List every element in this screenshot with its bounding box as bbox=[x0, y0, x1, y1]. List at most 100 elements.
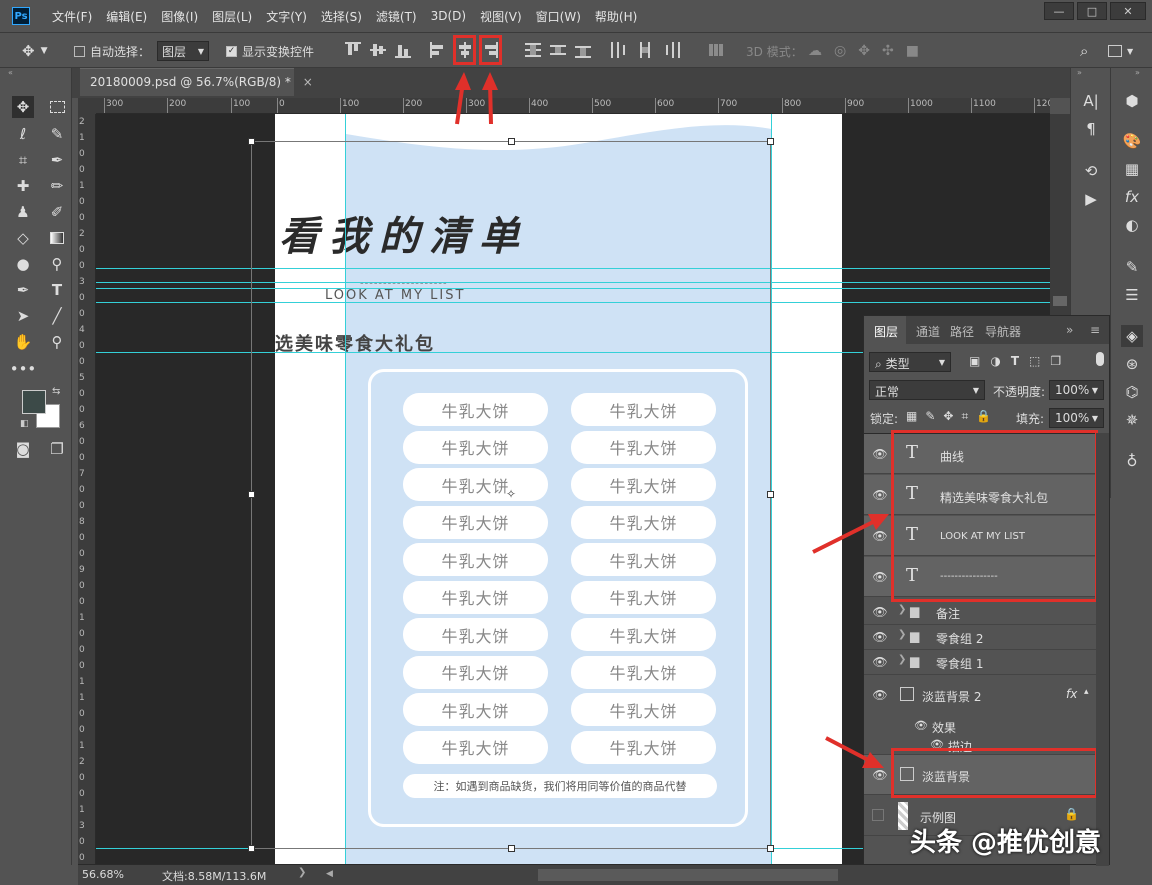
hand-tool-icon[interactable]: ✋ bbox=[12, 331, 34, 353]
filter-type-icon[interactable]: T bbox=[1011, 354, 1029, 368]
search-icon[interactable]: ⌕ bbox=[1080, 42, 1088, 60]
align-top-icon[interactable] bbox=[345, 42, 361, 58]
eyedropper-tool-icon[interactable]: ✒ bbox=[46, 149, 68, 171]
3d-pan-icon[interactable]: ✥ bbox=[858, 43, 882, 59]
layers-panel-icon[interactable]: ◈ bbox=[1121, 325, 1143, 347]
3d-orbit-icon[interactable]: ☁ bbox=[808, 43, 834, 59]
eye-icon[interactable]: 👁 bbox=[872, 570, 888, 584]
menu-filter[interactable]: 滤镜(T) bbox=[376, 8, 417, 25]
filter-adjustment-icon[interactable]: ◑ bbox=[990, 354, 1010, 368]
lock-pixels-icon[interactable]: ✎ bbox=[925, 409, 943, 423]
restore-button[interactable]: □ bbox=[1077, 2, 1107, 20]
fx-icon[interactable]: fx bbox=[1066, 687, 1077, 701]
marquee-tool-icon[interactable] bbox=[46, 96, 68, 118]
menu-help[interactable]: 帮助(H) bbox=[595, 8, 637, 25]
fill-input[interactable]: 100% ▼ bbox=[1049, 408, 1104, 428]
guide-vertical[interactable] bbox=[771, 114, 772, 864]
collapse-panel-icon[interactable]: « bbox=[8, 68, 13, 77]
paths-panel-icon[interactable]: ⌬ bbox=[1121, 381, 1143, 403]
default-colors-icon[interactable]: ◧ bbox=[20, 419, 29, 429]
align-vcenter-icon[interactable] bbox=[370, 42, 386, 58]
more-tools-icon[interactable]: ••• bbox=[10, 358, 37, 380]
3d-camera-icon[interactable]: ■ bbox=[906, 43, 931, 59]
panel-menu-icon[interactable]: ≡ bbox=[1090, 323, 1100, 337]
layer-list-scrollbar[interactable] bbox=[1096, 433, 1109, 866]
navigator-panel-icon[interactable]: ✵ bbox=[1121, 409, 1143, 431]
tab-layers[interactable]: 图层 bbox=[874, 323, 898, 340]
dodge-tool-icon[interactable]: ⚲ bbox=[46, 253, 68, 275]
panel-overflow-icon[interactable]: » bbox=[1066, 323, 1073, 337]
collapse-panel-icon[interactable]: » bbox=[1135, 68, 1140, 77]
zoom-level[interactable]: 56.68% bbox=[82, 868, 124, 881]
menu-window[interactable]: 窗口(W) bbox=[536, 8, 581, 25]
guide-horizontal[interactable] bbox=[96, 268, 1050, 269]
eye-icon[interactable]: 👁 bbox=[914, 719, 928, 732]
workspace-switcher[interactable]: ▼ bbox=[1108, 42, 1133, 60]
menu-select[interactable]: 选择(S) bbox=[321, 8, 362, 25]
transform-handle[interactable] bbox=[767, 491, 774, 498]
styles-panel-icon[interactable]: fx bbox=[1121, 186, 1143, 208]
lasso-tool-icon[interactable]: ℓ bbox=[12, 123, 34, 145]
swap-colors-icon[interactable]: ⇆ bbox=[52, 386, 60, 397]
pen-tool-icon[interactable]: ✒ bbox=[12, 279, 34, 301]
guide-vertical[interactable] bbox=[345, 114, 346, 864]
brush-tool-icon[interactable]: ✏ bbox=[46, 175, 68, 197]
quick-select-tool-icon[interactable]: ✎ bbox=[46, 123, 68, 145]
filter-shape-icon[interactable]: ⬚ bbox=[1029, 354, 1050, 368]
guide-horizontal[interactable] bbox=[96, 282, 1050, 283]
quick-mask-icon[interactable]: ◙ bbox=[12, 438, 34, 460]
menu-image[interactable]: 图像(I) bbox=[161, 8, 198, 25]
align-bottom-icon[interactable] bbox=[395, 42, 411, 58]
guide-horizontal[interactable] bbox=[96, 288, 1050, 289]
minimize-button[interactable]: — bbox=[1044, 2, 1074, 20]
filter-toggle-icon[interactable] bbox=[1096, 352, 1104, 366]
learn-panel-icon[interactable]: ♁ bbox=[1121, 450, 1143, 472]
tab-navigator[interactable]: 导航器 bbox=[985, 323, 1021, 340]
zoom-tool-icon[interactable]: ⚲ bbox=[46, 331, 68, 353]
blur-tool-icon[interactable]: ● bbox=[12, 253, 34, 275]
lock-transparent-icon[interactable]: ▦ bbox=[906, 409, 925, 423]
screen-mode-icon[interactable]: ❐ bbox=[46, 438, 68, 460]
lock-artboard-icon[interactable]: ⌗ bbox=[961, 409, 976, 423]
eye-icon[interactable]: 👁 bbox=[872, 447, 888, 461]
path-select-tool-icon[interactable]: ➤ bbox=[12, 305, 34, 327]
color-panel-icon[interactable]: 🎨 bbox=[1121, 130, 1143, 152]
scrollbar-thumb[interactable] bbox=[1053, 296, 1067, 306]
3d-roll-icon[interactable]: ◎ bbox=[834, 43, 858, 59]
expand-chevron-icon[interactable]: ❯ bbox=[898, 654, 906, 665]
eye-icon[interactable]: 👁 bbox=[872, 688, 888, 702]
guide-horizontal[interactable] bbox=[96, 302, 1050, 303]
effects-row[interactable]: 👁 效果 bbox=[864, 715, 1096, 737]
swatches-panel-icon[interactable]: ▦ bbox=[1121, 158, 1143, 180]
scroll-left-icon[interactable]: ◀ bbox=[326, 869, 338, 881]
eye-icon[interactable]: 👁 bbox=[872, 630, 888, 644]
lock-position-icon[interactable]: ✥ bbox=[943, 409, 961, 423]
character-panel-icon[interactable]: A| bbox=[1080, 90, 1102, 112]
distribute-left-icon[interactable] bbox=[610, 42, 626, 58]
transform-handle[interactable] bbox=[508, 138, 515, 145]
gradient-tool-icon[interactable] bbox=[46, 227, 68, 249]
menu-edit[interactable]: 编辑(E) bbox=[106, 8, 147, 25]
transform-handle[interactable] bbox=[767, 845, 774, 852]
transform-center-icon[interactable]: ✧ bbox=[506, 487, 516, 501]
filter-smart-icon[interactable]: ❐ bbox=[1050, 354, 1071, 368]
transform-handle[interactable] bbox=[248, 138, 255, 145]
actions-play-icon[interactable]: ▶ bbox=[1080, 188, 1102, 210]
close-tab-icon[interactable]: × bbox=[303, 75, 313, 89]
history-brush-icon[interactable]: ✐ bbox=[46, 201, 68, 223]
blend-mode-dropdown[interactable]: 正常 ▼ bbox=[869, 380, 985, 400]
collapse-effects-icon[interactable]: ▴ bbox=[1084, 687, 1089, 697]
distribute-bottom-icon[interactable] bbox=[575, 42, 591, 58]
transform-handle[interactable] bbox=[248, 491, 255, 498]
distribute-right-icon[interactable] bbox=[664, 42, 680, 58]
crop-tool-icon[interactable]: ⌗ bbox=[12, 149, 34, 171]
eye-icon[interactable]: 👁 bbox=[872, 605, 888, 619]
transform-handle[interactable] bbox=[248, 845, 255, 852]
menu-layer[interactable]: 图层(L) bbox=[212, 8, 252, 25]
channels-panel-icon[interactable]: ⊛ bbox=[1121, 353, 1143, 375]
eraser-tool-icon[interactable]: ◇ bbox=[12, 227, 34, 249]
layer-row[interactable]: 👁 ❯ ▆ 备注 bbox=[864, 600, 1096, 625]
3d-panel-icon[interactable]: ⬢ bbox=[1121, 90, 1143, 112]
clone-stamp-icon[interactable]: ♟ bbox=[12, 201, 34, 223]
type-tool-icon[interactable]: T bbox=[46, 279, 68, 301]
